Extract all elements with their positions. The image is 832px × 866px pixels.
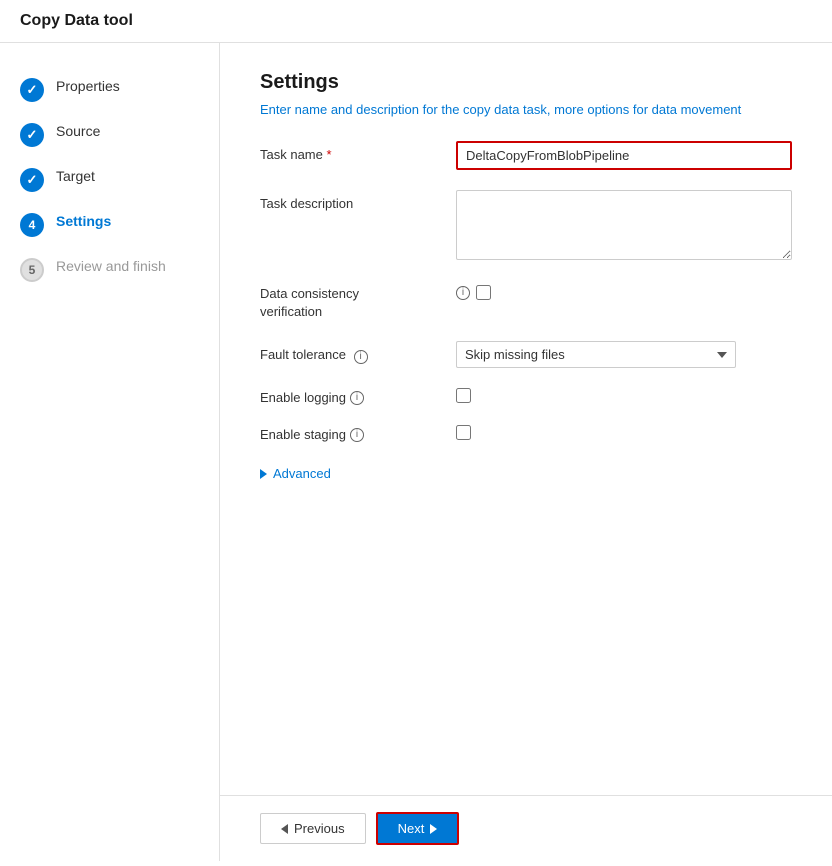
main-layout: ✓ Properties ✓ Source ✓ Target 4 (0, 43, 832, 861)
previous-button[interactable]: Previous (260, 813, 366, 844)
data-consistency-checkbox[interactable] (476, 285, 491, 300)
sidebar-item-label-settings: Settings (56, 212, 111, 232)
step-circle-target: ✓ (20, 168, 44, 192)
task-name-row: Task name * (260, 141, 792, 170)
section-subtitle: Enter name and description for the copy … (260, 102, 792, 117)
sidebar-item-label-review: Review and finish (56, 257, 166, 277)
data-consistency-info-icon[interactable]: i (456, 286, 470, 300)
section-title: Settings (260, 71, 792, 94)
sidebar-item-label-source: Source (56, 122, 100, 142)
sidebar-item-source[interactable]: ✓ Source (0, 112, 219, 157)
enable-logging-label-group: Enable logging i (260, 388, 440, 405)
sidebar-item-review[interactable]: 5 Review and finish (0, 247, 219, 292)
app-title: Copy Data tool (0, 0, 832, 43)
sidebar-item-settings[interactable]: 4 Settings (0, 202, 219, 247)
enable-staging-row: Enable staging i (260, 425, 792, 442)
previous-chevron-icon (281, 824, 288, 834)
enable-logging-row: Enable logging i (260, 388, 792, 405)
fault-tolerance-info-icon[interactable]: i (354, 350, 368, 364)
step-circle-settings: 4 (20, 213, 44, 237)
sidebar: ✓ Properties ✓ Source ✓ Target 4 (0, 43, 220, 861)
enable-staging-checkbox[interactable] (456, 425, 471, 440)
enable-logging-info-icon[interactable]: i (350, 391, 364, 405)
content-area: Settings Enter name and description for … (220, 43, 832, 861)
data-consistency-row: Data consistencyverification i (260, 283, 792, 321)
footer-bar: Previous Next (220, 795, 832, 861)
task-description-row: Task description (260, 190, 792, 263)
fault-tolerance-control: Skip missing files (456, 341, 792, 368)
enable-staging-info-icon[interactable]: i (350, 428, 364, 442)
step-circle-properties: ✓ (20, 78, 44, 102)
sidebar-item-label-target: Target (56, 167, 95, 187)
required-star: * (327, 147, 332, 162)
enable-staging-label-group: Enable staging i (260, 425, 440, 442)
content-scroll: Settings Enter name and description for … (220, 43, 832, 795)
task-description-control (456, 190, 792, 263)
task-name-input[interactable] (456, 141, 792, 170)
app-container: Copy Data tool ✓ Properties ✓ Source ✓ T (0, 0, 832, 861)
advanced-row[interactable]: Advanced (260, 462, 792, 485)
sidebar-item-target[interactable]: ✓ Target (0, 157, 219, 202)
sidebar-item-label-properties: Properties (56, 77, 120, 97)
fault-tolerance-value: Skip missing files (465, 347, 709, 362)
enable-logging-checkbox[interactable] (456, 388, 471, 403)
data-consistency-label: Data consistencyverification (260, 285, 359, 321)
task-description-input[interactable] (456, 190, 792, 260)
task-description-label: Task description (260, 190, 440, 211)
task-name-control (456, 141, 792, 170)
fault-tolerance-select[interactable]: Skip missing files (456, 341, 736, 368)
fault-tolerance-chevron-icon (717, 352, 727, 358)
fault-tolerance-row: Fault tolerance i Skip missing files (260, 341, 792, 368)
step-circle-source: ✓ (20, 123, 44, 147)
enable-logging-label: Enable logging (260, 390, 346, 405)
fault-tolerance-label: Fault tolerance i (260, 341, 440, 364)
step-circle-review: 5 (20, 258, 44, 282)
next-chevron-icon (430, 824, 437, 834)
data-consistency-control: i (456, 283, 491, 300)
data-consistency-label-group: Data consistencyverification (260, 283, 440, 321)
next-button[interactable]: Next (376, 812, 460, 845)
advanced-label: Advanced (273, 466, 331, 481)
sidebar-item-properties[interactable]: ✓ Properties (0, 67, 219, 112)
enable-staging-label: Enable staging (260, 427, 346, 442)
advanced-expand-icon (260, 469, 267, 479)
task-name-label: Task name * (260, 141, 440, 162)
